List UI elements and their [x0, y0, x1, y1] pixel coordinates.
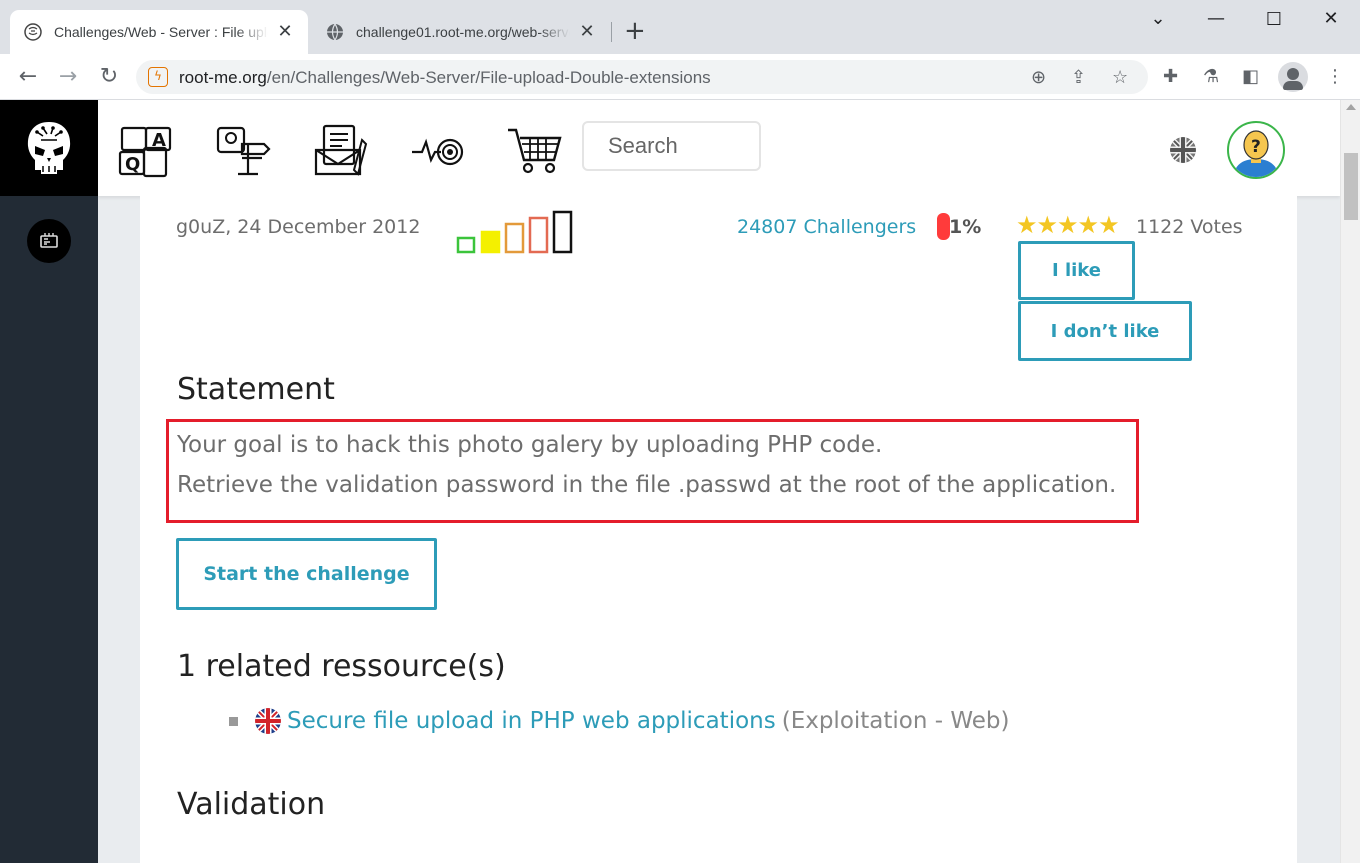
side-panel-icon[interactable]: ◧	[1242, 66, 1259, 87]
left-sidebar	[0, 100, 98, 863]
forward-icon[interactable]: →	[53, 62, 83, 92]
back-icon[interactable]: ←	[13, 62, 43, 92]
svg-text:Q: Q	[125, 154, 140, 175]
star-icon: ★	[1036, 211, 1058, 239]
svg-text:?: ?	[1251, 137, 1261, 157]
zoom-icon[interactable]: ⊕	[1031, 67, 1046, 88]
like-button[interactable]: I like	[1018, 241, 1135, 300]
top-navigation: A Q Search ?	[98, 100, 1340, 196]
statement-line: Your goal is to hack this photo galery b…	[177, 432, 883, 458]
community-signpost-icon[interactable]	[212, 122, 272, 178]
close-tab-icon[interactable]: ✕	[578, 23, 596, 41]
success-rate: 1%	[949, 216, 982, 238]
difficulty-bars-icon	[456, 210, 573, 254]
new-tab-icon[interactable]: +	[624, 18, 646, 44]
avatar-question-icon: ?	[1233, 130, 1279, 177]
search-field[interactable]	[582, 121, 761, 171]
related-resources-heading: 1 related ressource(s)	[177, 649, 506, 684]
shopping-cart-icon[interactable]	[506, 122, 566, 178]
url-text: root-me.org/en/Challenges/Web-Server/Fil…	[179, 68, 711, 87]
scroll-thumb[interactable]	[1344, 153, 1358, 220]
search-input[interactable]	[584, 123, 759, 169]
lab-flask-icon[interactable]: ⚗	[1203, 66, 1219, 87]
page-scrollbar[interactable]	[1340, 100, 1360, 863]
globe-icon	[327, 23, 343, 41]
window-close-icon[interactable]: ✕	[1317, 8, 1345, 29]
page-viewport: A Q Search ? g0uZ, 24 December 2012 2480…	[0, 100, 1340, 863]
challengers-link[interactable]: 24807 Challengers	[737, 216, 916, 238]
faq-icon[interactable]: A Q	[114, 122, 174, 178]
reload-icon[interactable]: ↻	[94, 62, 124, 92]
tab-challenge[interactable]: Challenges/Web - Server : File upload - …	[10, 10, 308, 54]
share-icon[interactable]: ⇪	[1071, 67, 1086, 88]
sidebar-monitor-icon[interactable]	[27, 219, 71, 263]
profile-icon[interactable]	[1278, 62, 1308, 92]
minimize-icon[interactable]: —	[1202, 8, 1230, 29]
author-date: g0uZ, 24 December 2012	[176, 216, 421, 238]
resource-category: (Exploitation - Web)	[781, 708, 1010, 734]
tab-separator	[611, 22, 612, 42]
tab-title: challenge01.root-me.org/web-serveur/ch20…	[356, 24, 570, 40]
documents-icon[interactable]	[310, 122, 370, 178]
rootme-favicon-icon	[24, 23, 42, 41]
browser-toolbar: ← → ↻ ϟ root-me.org/en/Challenges/Web-Se…	[0, 54, 1360, 100]
bookmark-star-icon[interactable]: ☆	[1112, 67, 1128, 88]
votes-count: 1122 Votes	[1136, 216, 1243, 238]
statement-line: Retrieve the validation password in the …	[177, 472, 1117, 498]
statement-heading: Statement	[177, 372, 335, 407]
tab-challenge01[interactable]: challenge01.root-me.org/web-serveur/ch20…	[312, 10, 610, 54]
browser-menu-icon[interactable]: ⋮	[1326, 66, 1344, 87]
bullet-icon	[229, 716, 238, 726]
challenge-content: g0uZ, 24 December 2012 24807 Challengers…	[140, 196, 1297, 863]
rootme-logo[interactable]	[0, 100, 98, 196]
tab-search-chevron-icon[interactable]: ⌄	[1144, 8, 1172, 29]
dislike-button[interactable]: I don’t like	[1018, 301, 1192, 361]
resource-link[interactable]: Secure file upload in PHP web applicatio…	[287, 708, 776, 734]
validation-heading: Validation	[177, 787, 326, 822]
site-info-icon[interactable]: ϟ	[148, 67, 168, 87]
address-bar[interactable]: ϟ root-me.org/en/Challenges/Web-Server/F…	[136, 60, 1148, 94]
uk-flag-icon	[255, 708, 281, 734]
user-avatar[interactable]: ?	[1227, 121, 1285, 179]
skull-logo-icon	[27, 122, 71, 174]
rating-stars: ★★★★★	[1016, 211, 1120, 239]
target-pulse-icon[interactable]	[408, 122, 468, 178]
star-icon: ★	[1057, 211, 1078, 239]
star-icon: ★	[1016, 211, 1037, 239]
star-icon: ★	[1077, 211, 1099, 239]
scroll-up-arrow-icon[interactable]	[1346, 104, 1356, 110]
start-challenge-button[interactable]: Start the challenge	[176, 538, 437, 610]
related-resource-item: Secure file upload in PHP web applicatio…	[229, 708, 1010, 734]
browser-tab-bar: Challenges/Web - Server : File upload - …	[0, 0, 1360, 54]
close-tab-icon[interactable]: ✕	[276, 23, 294, 41]
uk-flag-language-icon[interactable]	[1170, 137, 1196, 163]
tab-title: Challenges/Web - Server : File upload - …	[54, 24, 268, 40]
star-icon: ★	[1098, 211, 1119, 239]
extensions-icon[interactable]: ✚	[1163, 66, 1178, 87]
maximize-icon[interactable]: ☐	[1260, 9, 1288, 30]
